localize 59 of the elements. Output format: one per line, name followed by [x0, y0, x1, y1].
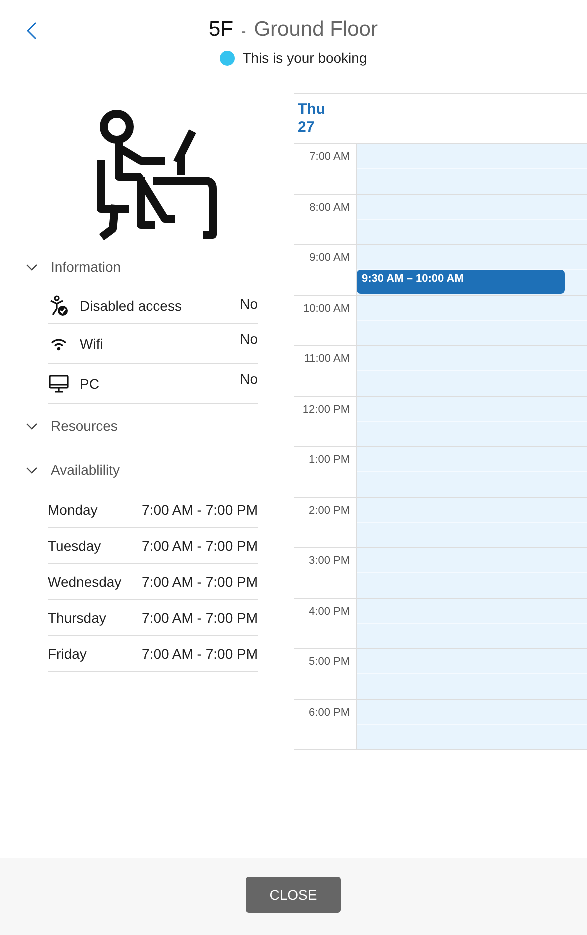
space-code: 5F [209, 18, 234, 42]
section-header[interactable]: Availablility [0, 448, 294, 492]
time-slot[interactable] [357, 598, 587, 648]
section-header[interactable]: Information [0, 245, 294, 289]
time-label: 1:00 PM [309, 453, 351, 468]
opening-hours: 7:00 AM - 7:00 PM [142, 502, 258, 518]
feature-value: No [240, 371, 258, 387]
time-slot[interactable] [357, 498, 587, 547]
time-label: 7:00 AM [310, 150, 351, 165]
time-label: 5:00 PM [309, 655, 351, 670]
chevron-down-icon [26, 466, 38, 474]
booking-event[interactable]: 9:30 AM – 10:00 AM [357, 270, 565, 294]
time-slot[interactable] [357, 296, 587, 345]
chevron-down-icon [26, 264, 38, 270]
time-slot[interactable] [357, 346, 587, 396]
opening-hours: 7:00 AM - 7:00 PM [142, 610, 258, 626]
weekday-label: Wednesday [48, 574, 122, 590]
opening-hours: 7:00 AM - 7:00 PM [142, 574, 258, 590]
weekday-label: Monday [48, 502, 98, 518]
time-slot[interactable]: 9:30 AM – 10:00 AM [357, 245, 587, 294]
monitor-icon [48, 372, 70, 394]
time-slot[interactable] [357, 194, 587, 244]
back-icon[interactable] [27, 22, 37, 40]
section-title: Resources [51, 418, 118, 434]
feature-value: No [240, 296, 258, 312]
time-slot[interactable] [357, 396, 587, 446]
accessibility-check-icon [48, 295, 70, 317]
time-label: 8:00 AM [310, 200, 351, 216]
time-slot[interactable] [357, 548, 587, 598]
section-title: Availablility [51, 462, 120, 478]
feature-value: No [240, 331, 258, 347]
weekday-label: Friday [48, 646, 87, 662]
weekday-label: Tuesday [48, 538, 102, 554]
legend-label: This is your booking [242, 50, 368, 66]
time-label: 4:00 PM [309, 604, 351, 620]
title-separator: - [242, 23, 246, 39]
weekday-label: Thursday [48, 610, 106, 626]
time-slot[interactable] [357, 649, 587, 698]
section-title: Information [51, 259, 122, 275]
time-label: 9:00 AM [310, 251, 351, 266]
feature-label: Disabled access [80, 298, 183, 314]
opening-hours: 7:00 AM - 7:00 PM [142, 646, 258, 662]
time-label: 6:00 PM [309, 706, 351, 720]
chevron-down-icon [26, 422, 38, 430]
feature-label: PC [80, 376, 100, 392]
time-label: 11:00 AM [304, 352, 351, 367]
feature-label: Wifi [80, 336, 104, 352]
time-label: 2:00 PM [309, 504, 351, 518]
section-header[interactable]: Resources [0, 404, 294, 448]
day-header[interactable]: Thu 27 [294, 94, 338, 137]
time-label: 12:00 PM [302, 402, 351, 418]
floor-name: Ground Floor [254, 18, 378, 42]
opening-hours: 7:00 AM - 7:00 PM [142, 538, 258, 554]
time-label: 3:00 PM [309, 554, 351, 569]
close-button[interactable]: CLOSE [246, 876, 341, 912]
time-label: 10:00 AM [304, 302, 351, 316]
time-slot[interactable] [357, 700, 587, 749]
time-slot[interactable] [357, 447, 587, 496]
time-slot[interactable] [357, 144, 587, 194]
